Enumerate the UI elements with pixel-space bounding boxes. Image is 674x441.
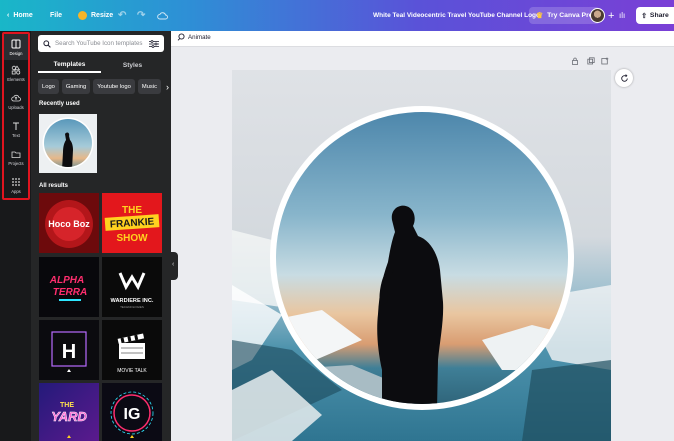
top-bar: ‹ Home File Resize ↶ ↷ White Teal Videoc…: [0, 0, 674, 31]
file-menu-button[interactable]: File: [50, 0, 62, 31]
resize-button[interactable]: Resize: [78, 0, 113, 31]
editor-toolbar: [171, 31, 674, 47]
panel-collapse-handle[interactable]: ‹: [171, 252, 178, 280]
duplicate-page-icon[interactable]: [587, 57, 595, 67]
refresh-icon[interactable]: [615, 69, 633, 87]
filter-chips: Logo Gaming Youtube logo Music ›: [38, 79, 171, 94]
animate-icon: [177, 33, 185, 41]
template-thumbnail[interactable]: THE FRANKIE SHOW: [102, 193, 162, 253]
share-label: Share: [649, 12, 669, 19]
template-text: TERRA: [53, 287, 87, 298]
template-text: WARDIERE INC.: [111, 298, 154, 304]
share-icon: ⇧: [641, 12, 647, 20]
chip-music[interactable]: Music: [137, 79, 161, 94]
template-thumbnail[interactable]: THE YARD: [39, 383, 99, 441]
template-thumbnail[interactable]: IG: [102, 383, 162, 441]
chip-youtube-logo[interactable]: Youtube logo: [93, 79, 135, 94]
all-results-heading: All results: [39, 183, 69, 189]
undo-icon[interactable]: ↶: [118, 0, 126, 31]
avatar[interactable]: [590, 8, 605, 23]
template-thumbnail[interactable]: Hoco Boz: [39, 193, 99, 253]
template-text: TECHNOLOGIES: [120, 305, 144, 309]
home-label: Home: [13, 12, 33, 19]
template-thumbnail[interactable]: ALPHA TERRA: [39, 257, 99, 317]
search-input[interactable]: Search YouTube Icon templates: [55, 40, 145, 47]
recently-used-heading: Recently used: [39, 101, 80, 107]
template-text: THE: [60, 402, 74, 409]
crown-icon: ♛: [536, 11, 544, 20]
crown-icon: [78, 11, 87, 20]
lock-icon[interactable]: [571, 57, 579, 67]
chip-logo[interactable]: Logo: [38, 79, 59, 94]
cloud-save-icon[interactable]: [157, 0, 168, 31]
bar-chart-icon[interactable]: ılı: [619, 0, 625, 31]
resize-label: Resize: [91, 12, 114, 19]
filter-icon[interactable]: [149, 39, 159, 48]
pro-label: Try Canva Pro: [547, 12, 593, 19]
search-bar[interactable]: Search YouTube Icon templates: [38, 35, 164, 52]
templates-panel: Search YouTube Icon templates Templates …: [31, 31, 171, 441]
template-text: ALPHA: [49, 275, 84, 286]
share-button[interactable]: ⇧ Share: [636, 7, 674, 24]
template-text: THE: [122, 205, 142, 216]
template-thumbnail[interactable]: WARDIERE INC. TECHNOLOGIES: [102, 257, 162, 317]
template-thumbnail[interactable]: MOVIE TALK: [102, 320, 162, 380]
rail-highlight-box: [2, 32, 30, 200]
chevron-left-icon: ‹: [7, 12, 10, 19]
template-text: SHOW: [116, 233, 148, 244]
add-collaborator-icon[interactable]: +: [608, 0, 614, 31]
panel-tabs: Templates Styles: [38, 57, 164, 73]
chevron-left-icon: ‹: [172, 261, 175, 268]
redo-icon[interactable]: ↷: [137, 0, 145, 31]
design-canvas-page[interactable]: [232, 70, 611, 441]
tab-templates[interactable]: Templates: [38, 57, 101, 73]
chip-gaming[interactable]: Gaming: [61, 79, 91, 94]
animate-label: Animate: [188, 33, 211, 41]
template-text: YARD: [51, 409, 87, 424]
template-text: IG: [124, 406, 141, 423]
recent-template-thumbnail[interactable]: [39, 114, 97, 173]
template-text: Hoco Boz: [48, 219, 90, 229]
template-text: H: [62, 341, 76, 363]
document-title[interactable]: White Teal Videocentric Travel YouTube C…: [373, 0, 540, 31]
tab-styles[interactable]: Styles: [101, 57, 164, 73]
add-page-icon[interactable]: [601, 57, 609, 67]
template-thumbnail[interactable]: H: [39, 320, 99, 380]
template-text: MOVIE TALK: [117, 368, 147, 374]
animate-button[interactable]: Animate: [177, 33, 211, 41]
search-icon: [43, 39, 51, 48]
home-button[interactable]: ‹ Home: [7, 0, 33, 31]
chevron-right-icon[interactable]: ›: [166, 79, 169, 94]
